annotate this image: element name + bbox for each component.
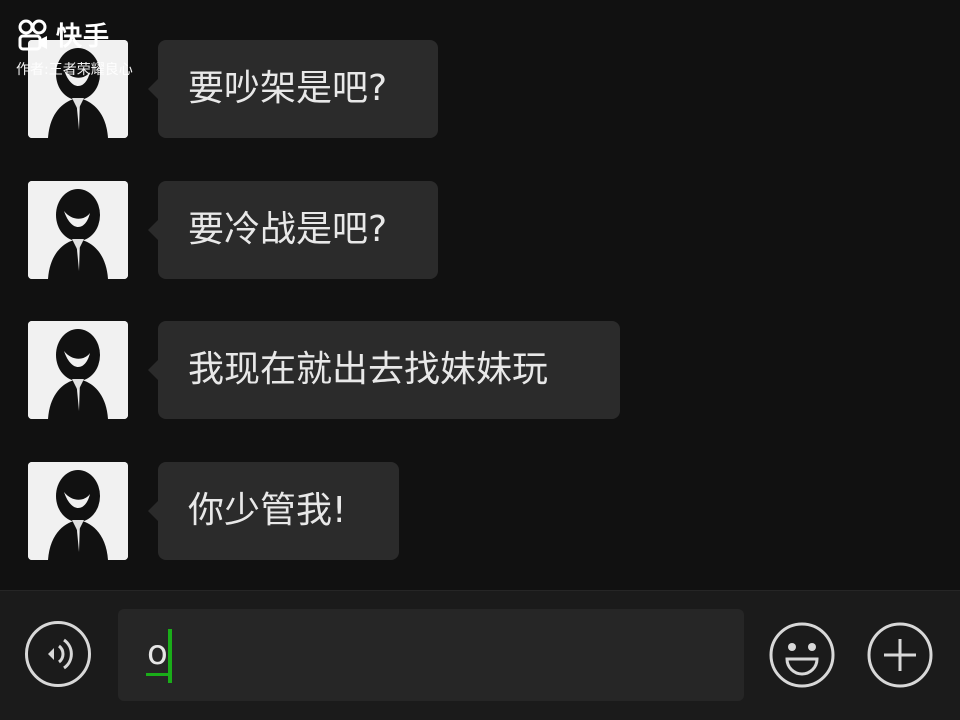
avatar[interactable]: [28, 181, 128, 279]
message-text: 要冷战是吧?: [188, 209, 388, 250]
bubble-tail: [148, 501, 158, 521]
chat-area[interactable]: 要吵架是吧? 要冷战是吧? 我现在就出去找妹妹玩 你少管我!: [0, 0, 960, 590]
message-input[interactable]: o: [118, 609, 744, 701]
message-bubble[interactable]: 你少管我!: [148, 462, 399, 560]
kuaishou-logo-icon: [18, 19, 47, 50]
emoji-button[interactable]: [768, 621, 836, 689]
kuaishou-watermark: 快手 作者:王者荣耀良心: [16, 16, 133, 79]
message-bubble[interactable]: 我现在就出去找妹妹玩: [148, 321, 620, 419]
bubble-tail: [148, 220, 158, 240]
watermark-brand: 快手: [56, 22, 111, 52]
composer-bar: o: [0, 590, 960, 720]
message-item: 我现在就出去找妹妹玩: [28, 321, 928, 421]
message-text: 要吵架是吧?: [188, 68, 388, 109]
text-caret: [168, 629, 172, 683]
message-bubble[interactable]: 要冷战是吧?: [148, 181, 438, 279]
message-item: 你少管我!: [28, 462, 928, 562]
message-item: 要吵架是吧?: [28, 40, 928, 140]
message-bubble[interactable]: 要吵架是吧?: [148, 40, 438, 138]
voice-icon: [48, 638, 73, 670]
message-text: 你少管我!: [188, 490, 347, 531]
more-button[interactable]: [866, 621, 934, 689]
avatar[interactable]: [28, 462, 128, 560]
bubble-tail: [148, 360, 158, 380]
watermark-author: 作者:王者荣耀良心: [16, 62, 133, 78]
message-item: 要冷战是吧?: [28, 181, 928, 281]
emoji-icon: [769, 622, 835, 688]
bubble-tail: [148, 79, 158, 99]
voice-button[interactable]: [25, 621, 91, 687]
message-text: 我现在就出去找妹妹玩: [188, 349, 549, 390]
input-value: o: [146, 633, 169, 676]
plus-icon: [867, 622, 933, 688]
avatar[interactable]: [28, 321, 128, 419]
